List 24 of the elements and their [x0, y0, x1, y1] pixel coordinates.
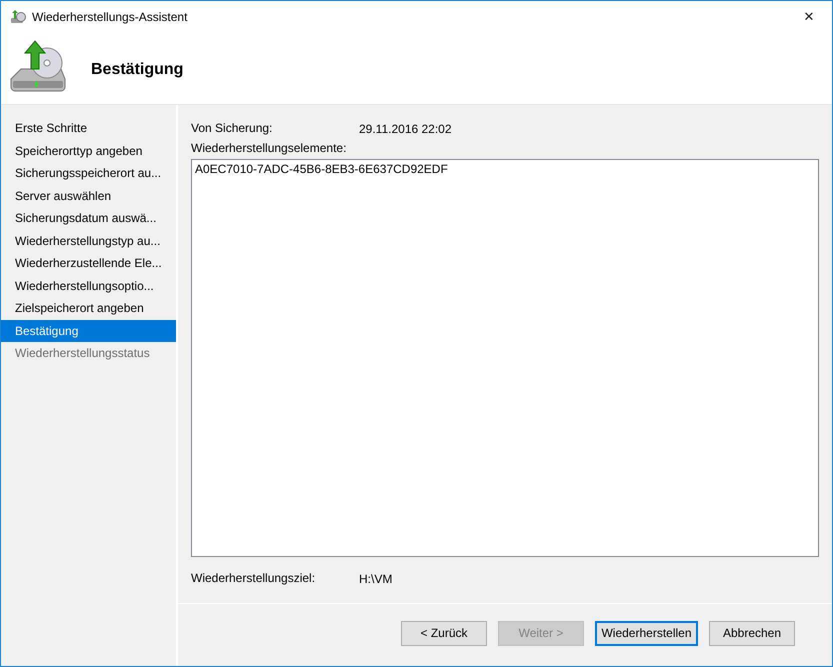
app-icon: [10, 8, 26, 24]
step-item: Sicherungsspeicherort au...: [14, 165, 162, 182]
step-item: Wiederherzustellende Ele...: [14, 255, 163, 272]
field-label: Wiederherstellungsziel:: [191, 570, 316, 587]
field-value: H:\VM: [359, 572, 394, 586]
step-item: Speicherorttyp angeben: [14, 142, 144, 160]
step-item: Wiederherstellungstyp au...: [14, 232, 162, 250]
step-item: Sicherungsdatum auswä...: [14, 210, 158, 227]
field-value: 29.11.2016 22:02: [359, 122, 453, 136]
step-item: Wiederherstellungsstatus: [14, 345, 151, 362]
wizard-button[interactable]: Abbrechen: [709, 620, 795, 646]
step-item: Server auswählen: [14, 188, 112, 204]
window-title: Wiederherstellungs-Assistent: [32, 10, 188, 24]
list-item: A0EC7010-7ADC-45B6-8EB3-6E637CD92EDF: [195, 162, 449, 176]
wizard-button[interactable]: Wiederherstellen: [595, 620, 698, 646]
field-label: Von Sicherung:: [191, 120, 274, 137]
step-item: Erste Schritte: [14, 120, 88, 137]
close-button[interactable]: ✕: [786, 1, 832, 32]
step-item: Zielspeicherort angeben: [14, 300, 145, 317]
field-label: Wiederherstellungselemente:: [191, 140, 348, 157]
page-title: Bestätigung: [91, 61, 184, 79]
step-item: Bestätigung: [1, 320, 176, 342]
wizard-button[interactable]: < Zurück: [401, 620, 487, 646]
step-item: Wiederherstellungsoptio...: [14, 278, 155, 294]
